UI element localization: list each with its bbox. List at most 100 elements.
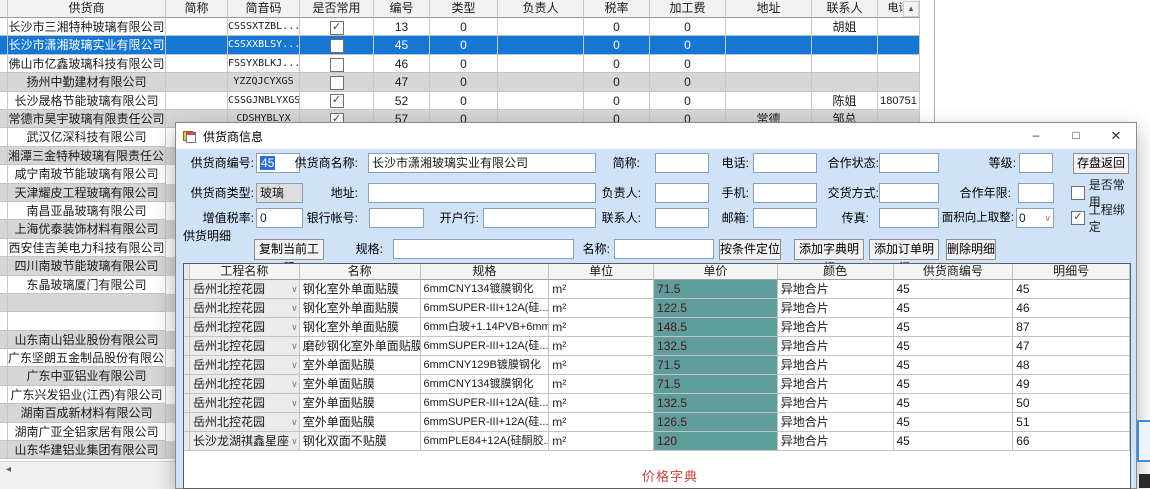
- col-header-supplier[interactable]: 供货商: [8, 0, 166, 18]
- dialog-titlebar[interactable]: 供货商信息 – □ ✕: [176, 123, 1136, 149]
- supplier-row[interactable]: 咸宁南玻节能玻璃有限公司: [0, 165, 176, 183]
- combo-arrow-icon[interactable]: ∨: [291, 432, 298, 450]
- detail-row[interactable]: 岳州北控花园∨ 室外单面贴膜 6mmSUPER-III+12A(硅... m² …: [184, 394, 1130, 413]
- abbr-input[interactable]: [655, 153, 709, 173]
- supplier-row[interactable]: 东晶玻璃厦门有限公司: [0, 276, 176, 294]
- project-cell[interactable]: 岳州北控花园∨: [190, 375, 300, 394]
- vat-input[interactable]: 0: [256, 208, 303, 228]
- supplier-row[interactable]: 扬州中勤建材有限公司 YZZQJCYXGS 47 0 0 0: [0, 73, 920, 91]
- col-header-common[interactable]: 是否常用: [300, 0, 374, 18]
- minimize-button[interactable]: –: [1016, 123, 1056, 149]
- supplier-row[interactable]: 长沙市潇湘玻璃实业有限公司 CSSXXBLSY... 45 0 0 0: [0, 36, 920, 54]
- combo-arrow-icon[interactable]: ∨: [291, 299, 298, 317]
- scroll-left-icon[interactable]: ◂: [0, 462, 17, 479]
- detail-row[interactable]: 岳州北控花园∨ 钢化室外单面贴膜 6mmSUPER-III+12A(硅... m…: [184, 299, 1130, 318]
- supplier-row[interactable]: 南昌亚晶玻璃有限公司: [0, 202, 176, 220]
- col-header-id[interactable]: 编号: [374, 0, 430, 18]
- detail-row[interactable]: 岳州北控花园∨ 室外单面贴膜 6mmCNY134镀膜钢化 m² 71.5 异地合…: [184, 375, 1130, 394]
- coop-years-input[interactable]: [1018, 183, 1054, 203]
- common-checkbox[interactable]: [330, 76, 344, 90]
- col-header-supplier-id[interactable]: 供货商编号: [894, 264, 1014, 280]
- col-header-detail-id[interactable]: 明细号: [1013, 264, 1130, 280]
- round-up-select[interactable]: 0 ∨: [1016, 208, 1054, 228]
- detail-row[interactable]: 岳州北控花园∨ 钢化室外单面贴膜 6mm白玻+1.14PVB+6mm... m²…: [184, 318, 1130, 337]
- project-bind-checkbox-group[interactable]: 工程绑定: [1071, 211, 1136, 225]
- common-checkbox[interactable]: [330, 21, 344, 35]
- combo-arrow-icon[interactable]: ∨: [291, 375, 298, 393]
- supplier-row[interactable]: 山东华建铝业集团有限公司: [0, 441, 176, 459]
- col-header-color[interactable]: 颜色: [778, 264, 894, 280]
- supplier-name-input[interactable]: 长沙市潇湘玻璃实业有限公司: [368, 153, 596, 173]
- combo-arrow-icon[interactable]: ∨: [291, 280, 298, 298]
- coop-status-input[interactable]: [879, 153, 939, 173]
- common-use-checkbox[interactable]: [1071, 186, 1085, 200]
- supplier-row[interactable]: 湖南百成新材料有限公司: [0, 404, 176, 422]
- project-cell[interactable]: 岳州北控花园∨: [190, 280, 300, 299]
- supplier-row[interactable]: 湘潭三金特种玻璃有限责任公司: [0, 147, 176, 165]
- combo-arrow-icon[interactable]: ∨: [291, 318, 298, 336]
- common-use-checkbox-group[interactable]: 是否常用: [1071, 186, 1136, 200]
- supplier-row[interactable]: 佛山市亿鑫玻璃科技有限公司 FSSYXBLKJ... 46 0 0 0: [0, 55, 920, 73]
- col-header-tax[interactable]: 税率: [584, 0, 650, 18]
- col-header-fee[interactable]: 加工费: [650, 0, 726, 18]
- project-cell[interactable]: 岳州北控花园∨: [190, 337, 300, 356]
- maximize-button[interactable]: □: [1056, 123, 1096, 149]
- col-header-project[interactable]: 工程名称: [190, 264, 300, 280]
- combo-arrow-icon[interactable]: ∨: [291, 337, 298, 355]
- supplier-type-input[interactable]: 玻璃: [256, 183, 303, 203]
- supplier-row[interactable]: 天津耀皮工程玻璃有限公司: [0, 184, 176, 202]
- col-header-manager[interactable]: 负责人: [498, 0, 584, 18]
- mobile-input[interactable]: [753, 183, 817, 203]
- project-cell[interactable]: 岳州北控花园∨: [190, 318, 300, 337]
- fax-input[interactable]: [879, 208, 939, 228]
- col-header-type[interactable]: 类型: [430, 0, 498, 18]
- project-cell[interactable]: 长沙龙湖祺鑫星座∨: [190, 432, 300, 451]
- col-header-pycode[interactable]: 简音码: [228, 0, 300, 18]
- supplier-row[interactable]: 广东兴发铝业(江西)有限公司: [0, 386, 176, 404]
- col-header-unit[interactable]: 单位: [549, 264, 654, 280]
- name-filter-input[interactable]: [614, 239, 714, 259]
- col-header-price[interactable]: 单价: [654, 264, 778, 280]
- col-header-spec[interactable]: 规格: [421, 264, 550, 280]
- supplier-row[interactable]: 上海优泰装饰材料有限公司: [0, 220, 176, 238]
- delete-detail-button[interactable]: 删除明细: [946, 239, 996, 260]
- supplier-row[interactable]: 西安佳吉美电力科技有限公司: [0, 239, 176, 257]
- detail-row[interactable]: 岳州北控花园∨ 室外单面贴膜 6mmCNY129B镀膜钢化 m² 71.5 异地…: [184, 356, 1130, 375]
- common-checkbox[interactable]: [330, 39, 344, 53]
- supplier-row[interactable]: 山东南山铝业股份有限公司: [0, 331, 176, 349]
- supplier-row[interactable]: 长沙晟格节能玻璃有限公司 CSSGJNBLYXGS 52 0 0 0 陈姐 18…: [0, 92, 920, 110]
- bank-input[interactable]: [483, 208, 596, 228]
- supplier-row[interactable]: 四川南玻节能玻璃有限公司: [0, 257, 176, 275]
- project-bind-checkbox[interactable]: [1071, 211, 1085, 225]
- supplier-row[interactable]: 长沙市三湘特种玻璃有限公司 CSSSXTZBL... 13 0 0 0 胡姐: [0, 18, 920, 36]
- bank-account-input[interactable]: [369, 208, 424, 228]
- close-button[interactable]: ✕: [1096, 123, 1136, 149]
- copy-project-button[interactable]: 复制当前工程: [254, 239, 324, 260]
- grade-input[interactable]: [1019, 153, 1053, 173]
- combo-arrow-icon[interactable]: ∨: [291, 394, 298, 412]
- project-cell[interactable]: 岳州北控花园∨: [190, 413, 300, 432]
- supplier-row[interactable]: [0, 312, 176, 330]
- chevron-down-icon[interactable]: ∨: [1044, 213, 1051, 224]
- address-input[interactable]: [368, 183, 596, 203]
- col-header-addr[interactable]: 地址: [726, 0, 812, 18]
- project-cell[interactable]: 岳州北控花园∨: [190, 394, 300, 413]
- manager-input[interactable]: [655, 183, 709, 203]
- locate-by-condition-button[interactable]: 按条件定位: [719, 239, 781, 260]
- col-header-contact[interactable]: 联系人: [812, 0, 878, 18]
- add-dict-detail-button[interactable]: 添加字典明细: [794, 239, 864, 260]
- supplier-row[interactable]: [0, 294, 176, 312]
- contact-input[interactable]: [655, 208, 709, 228]
- col-header-name[interactable]: 名称: [300, 264, 421, 280]
- supplier-row[interactable]: 广东坚朗五金制品股份有限公司: [0, 349, 176, 367]
- phone-input[interactable]: [753, 153, 817, 173]
- project-cell[interactable]: 岳州北控花园∨: [190, 299, 300, 318]
- supplier-row[interactable]: 武汉亿深科技有限公司: [0, 128, 176, 146]
- supplier-row[interactable]: 广东中亚铝业有限公司: [0, 367, 176, 385]
- combo-arrow-icon[interactable]: ∨: [291, 356, 298, 374]
- detail-row[interactable]: 岳州北控花园∨ 磨砂钢化室外单面贴膜 6mmSUPER-III+12A(硅...…: [184, 337, 1130, 356]
- vertical-scrollbar-up-icon[interactable]: ▲: [903, 1, 919, 17]
- horizontal-scrollbar[interactable]: ◂: [0, 461, 176, 479]
- col-header-abbr[interactable]: 简称: [166, 0, 228, 18]
- common-checkbox[interactable]: [330, 58, 344, 72]
